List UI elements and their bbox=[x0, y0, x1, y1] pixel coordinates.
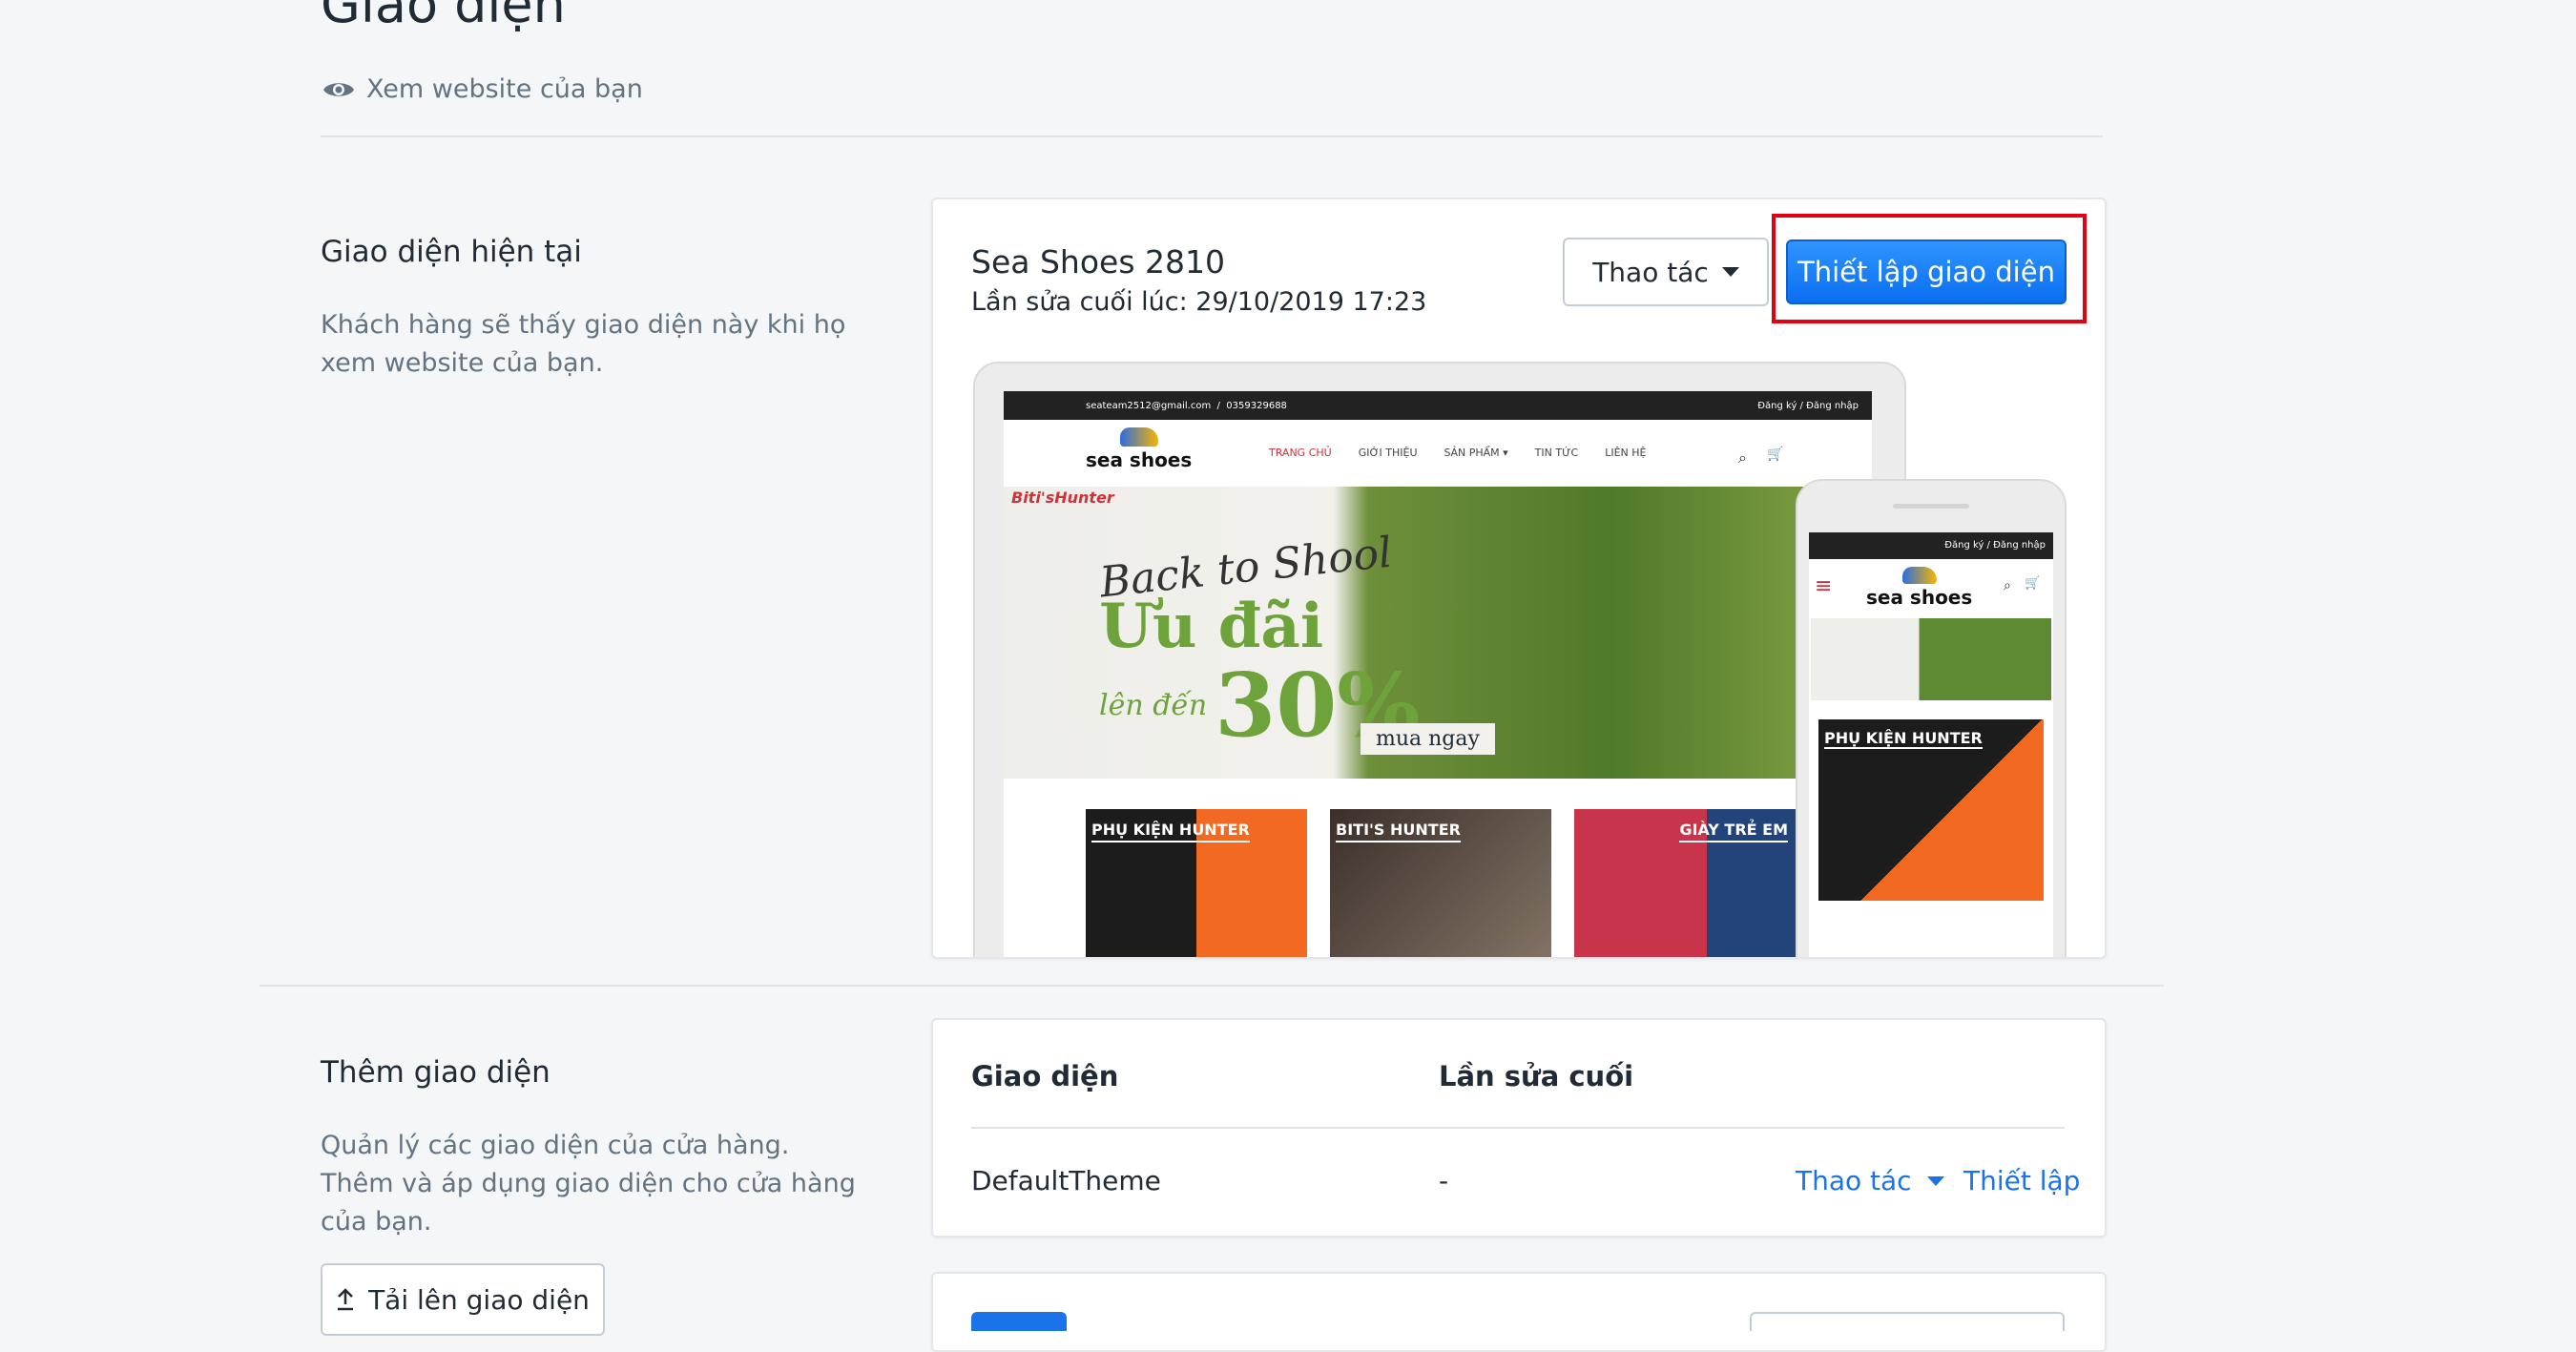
description-line: Thêm và áp dụng giao diện cho cửa hàng bbox=[321, 1169, 856, 1198]
cart-icon: 🛒 bbox=[1767, 447, 1784, 462]
mobile-preview-screen: Đăng ký / Đăng nhập ≡ sea shoes ⌕ 🛒 PHỤ … bbox=[1809, 532, 2053, 957]
promo-small: lên đến bbox=[1099, 688, 1208, 722]
row-customize-link[interactable]: Thiết lập bbox=[1963, 1165, 2080, 1196]
preview-menu-item: LIÊN HỆ bbox=[1605, 447, 1647, 459]
preview-tile: BITI'S HUNTER bbox=[1330, 809, 1551, 957]
theme-last-edited: Lần sửa cuối lúc: 29/10/2019 17:23 bbox=[971, 287, 1427, 317]
preview-menu-item: GIỚI THIỆU bbox=[1358, 447, 1418, 459]
shoe-logo-icon bbox=[1901, 567, 1937, 584]
current-theme-heading: Giao diện hiện tại bbox=[321, 235, 582, 269]
add-theme-heading: Thêm giao diện bbox=[321, 1055, 551, 1090]
preview-logo: sea shoes bbox=[1086, 427, 1192, 471]
mobile-preview: Đăng ký / Đăng nhập ≡ sea shoes ⌕ 🛒 PHỤ … bbox=[1796, 479, 2067, 957]
divider bbox=[321, 135, 2103, 137]
view-website-label: Xem website của bạn bbox=[366, 74, 643, 104]
description-line: của bạn. bbox=[321, 1207, 432, 1237]
caret-down-icon bbox=[1926, 1175, 1944, 1186]
promo-cta: mua ngay bbox=[1361, 723, 1495, 755]
mobile-topbar: Đăng ký / Đăng nhập bbox=[1809, 532, 2053, 559]
preview-navbar: sea shoes TRANG CHỦ GIỚI THIỆU SẢN PHẨM … bbox=[1004, 420, 1872, 487]
eye-icon bbox=[323, 82, 354, 96]
next-card bbox=[931, 1272, 2107, 1352]
desktop-preview: seateam2512@gmail.com / 0359329688 Đăng … bbox=[973, 362, 1906, 957]
hamburger-icon: ≡ bbox=[1815, 574, 1833, 598]
search-icon: ⌕ bbox=[1738, 448, 1747, 467]
desktop-preview-screen: seateam2512@gmail.com / 0359329688 Đăng … bbox=[1004, 391, 1872, 957]
upload-label: Tải lên giao diện bbox=[368, 1283, 590, 1316]
mobile-logo: sea shoes bbox=[1866, 567, 1972, 609]
current-theme-description: Khách hàng sẽ thấy giao diện này khi họ … bbox=[321, 306, 845, 383]
table-row: DefaultTheme - Thao tác Thiết lập bbox=[933, 1129, 2105, 1234]
caret-down-icon bbox=[1721, 267, 1739, 277]
themes-table-card: Giao diện Lần sửa cuối DefaultTheme - Th… bbox=[931, 1018, 2107, 1238]
section-divider bbox=[260, 985, 2164, 987]
phone-speaker bbox=[1893, 504, 1969, 509]
secondary-button[interactable] bbox=[1750, 1312, 2065, 1331]
upload-icon bbox=[338, 1288, 354, 1311]
add-theme-description: Quản lý các giao diện của cửa hàng. Thêm… bbox=[321, 1127, 856, 1241]
col-header-theme: Giao diện bbox=[971, 1060, 1119, 1092]
theme-row-last-edit: - bbox=[1439, 1165, 1449, 1196]
description-line: Khách hàng sẽ thấy giao diện này khi họ bbox=[321, 310, 846, 340]
theme-row-name: DefaultTheme bbox=[971, 1165, 1161, 1196]
page-title: Giao diện bbox=[321, 0, 566, 34]
preview-tile: GIÀY TRẺ EM bbox=[1574, 809, 1796, 957]
preview-auth: Đăng ký / Đăng nhập bbox=[1757, 400, 1859, 411]
mobile-tile: PHỤ KIỆN HUNTER bbox=[1818, 719, 2044, 901]
preview-banner: Biti'sHunter Back to Shool Ưu đãi lên đế… bbox=[1004, 487, 1872, 779]
shoe-logo-icon bbox=[1119, 427, 1158, 447]
preview-topbar: seateam2512@gmail.com / 0359329688 Đăng … bbox=[1004, 391, 1872, 420]
description-line: xem website của bạn. bbox=[321, 348, 604, 378]
primary-button[interactable] bbox=[971, 1312, 1067, 1331]
theme-actions-dropdown[interactable]: Thao tác bbox=[1563, 238, 1769, 306]
preview-tiles: PHỤ KIỆN HUNTER BITI'S HUNTER GIÀY TRẺ E… bbox=[1086, 809, 1796, 957]
actions-label: Thao tác bbox=[1592, 256, 1709, 288]
preview-menu-item: SẢN PHẨM ▾ bbox=[1444, 447, 1508, 459]
preview-menu-item: TIN TỨC bbox=[1534, 447, 1579, 459]
preview-menu: TRANG CHỦ GIỚI THIỆU SẢN PHẨM ▾ TIN TỨC … bbox=[1269, 447, 1646, 459]
col-header-last-edit: Lần sửa cuối bbox=[1439, 1060, 1634, 1092]
row-actions-dropdown[interactable]: Thao tác bbox=[1796, 1165, 1944, 1196]
mobile-banner bbox=[1811, 618, 2051, 700]
search-icon: ⌕ bbox=[2004, 578, 2011, 593]
row-actions-label: Thao tác bbox=[1796, 1165, 1912, 1196]
cart-icon: 🛒 bbox=[2025, 576, 2041, 591]
mobile-navbar: ≡ sea shoes ⌕ 🛒 bbox=[1809, 559, 2053, 618]
description-line: Quản lý các giao diện của cửa hàng. bbox=[321, 1131, 790, 1160]
highlight-box bbox=[1772, 214, 2087, 323]
preview-brand: Biti'sHunter bbox=[1011, 489, 1114, 507]
preview-contact: seateam2512@gmail.com / 0359329688 bbox=[1086, 400, 1287, 411]
preview-tile: PHỤ KIỆN HUNTER bbox=[1086, 809, 1307, 957]
preview-menu-item: TRANG CHỦ bbox=[1269, 447, 1332, 459]
preview-promo: Back to Shool Ưu đãi lên đến 30% bbox=[1097, 529, 1420, 749]
view-website-link[interactable]: Xem website của bạn bbox=[322, 74, 643, 104]
theme-name: Sea Shoes 2810 bbox=[971, 243, 1225, 281]
upload-theme-button[interactable]: Tải lên giao diện bbox=[321, 1263, 605, 1336]
